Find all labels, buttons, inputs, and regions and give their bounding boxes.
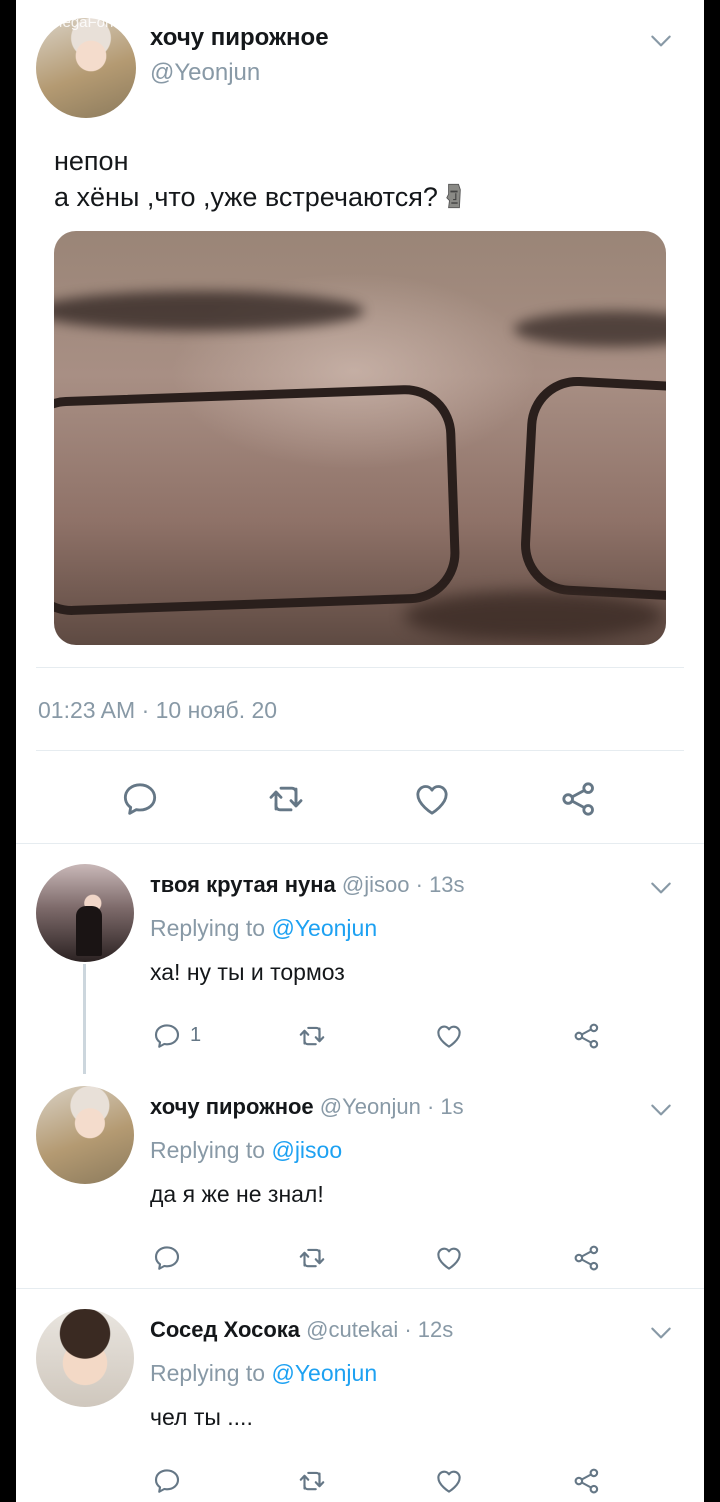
- reply-display-name[interactable]: твоя крутая нуна: [150, 872, 336, 897]
- like-icon[interactable]: [434, 1243, 464, 1273]
- divider: [36, 667, 684, 668]
- reply-avatar[interactable]: [36, 864, 134, 962]
- eyebrow-left: [54, 291, 364, 331]
- reply-count: 1: [190, 1024, 202, 1046]
- share-icon[interactable]: [572, 1466, 602, 1496]
- main-tweet-display-name[interactable]: хочу пирожное: [150, 24, 329, 52]
- reply-handle[interactable]: @Yeonjun: [320, 1094, 421, 1119]
- main-tweet-timestamp: 01:23 AM · 10 нояб. 20: [38, 697, 278, 723]
- like-icon[interactable]: [412, 779, 452, 819]
- reply-icon[interactable]: [120, 779, 160, 819]
- reply-avatar[interactable]: [36, 1086, 134, 1184]
- eyebrow-right: [514, 311, 666, 347]
- reply-time: · 1s: [426, 1094, 464, 1119]
- chevron-down-icon[interactable]: [648, 1097, 674, 1123]
- reply-header: хочу пирожное @Yeonjun · 1s: [150, 1094, 464, 1120]
- replying-to-mention[interactable]: @Yeonjun: [271, 915, 377, 941]
- retweet-icon[interactable]: [297, 1243, 327, 1273]
- share-icon[interactable]: [572, 1021, 602, 1051]
- carrier-label: MegaFon: [50, 14, 114, 31]
- main-tweet-media[interactable]: [54, 231, 666, 645]
- replying-to-line: Replying to @jisoo: [150, 1137, 342, 1164]
- main-tweet-text: а хёны ,что ,уже встречаются?: [54, 182, 438, 212]
- reply-text: чел ты ....: [150, 1404, 253, 1430]
- reply-header: Сосед Хосока @cutekai · 12s: [150, 1317, 453, 1343]
- chevron-down-icon[interactable]: [648, 875, 674, 901]
- reply-icon[interactable]: [152, 1466, 182, 1496]
- reply-icon[interactable]: [152, 1021, 182, 1051]
- glasses-right-lens: [518, 374, 666, 606]
- share-icon[interactable]: [559, 779, 599, 819]
- replying-to-line: Replying to @Yeonjun: [150, 1360, 377, 1387]
- main-tweet-text-line2: а хёны ,что ,уже встречаются?: [54, 182, 463, 213]
- reply-time: · 12s: [404, 1317, 454, 1342]
- thread-line: [83, 964, 86, 1074]
- replying-to-label: Replying to: [150, 915, 266, 941]
- divider: [36, 750, 684, 751]
- main-tweet-text-line1: непон: [54, 146, 129, 176]
- replying-to-label: Replying to: [150, 1137, 266, 1163]
- mustache: [404, 591, 664, 641]
- reply-text: да я же не знал!: [150, 1181, 324, 1207]
- replying-to-mention[interactable]: @Yeonjun: [271, 1360, 377, 1386]
- like-icon[interactable]: [434, 1466, 464, 1496]
- retweet-icon[interactable]: [297, 1021, 327, 1051]
- reply-display-name[interactable]: хочу пирожное: [150, 1094, 314, 1119]
- chevron-down-icon[interactable]: [648, 28, 674, 54]
- reply-icon[interactable]: [152, 1243, 182, 1273]
- reply-header: твоя крутая нуна @jisoo · 13s: [150, 872, 465, 898]
- replying-to-line: Replying to @Yeonjun: [150, 915, 377, 942]
- reply-text: ха! ну ты и тормоз: [150, 959, 345, 985]
- moai-icon: [445, 182, 463, 210]
- replying-to-mention[interactable]: @jisoo: [271, 1137, 342, 1163]
- like-icon[interactable]: [434, 1021, 464, 1051]
- share-icon[interactable]: [572, 1243, 602, 1273]
- reply-tweet[interactable]: хочу пирожное @Yeonjun · 1s Replying to …: [16, 1066, 704, 1288]
- reply-tweet[interactable]: твоя крутая нуна @jisoo · 13s Replying t…: [16, 844, 704, 1074]
- chevron-down-icon[interactable]: [648, 1320, 674, 1346]
- tweet-thread: MegaFon хочу пирожное @Yeonjun непон а х…: [16, 0, 704, 1502]
- main-tweet-avatar[interactable]: [36, 18, 136, 118]
- reply-handle[interactable]: @cutekai: [306, 1317, 398, 1342]
- reply-tweet[interactable]: Сосед Хосока @cutekai · 12s Replying to …: [16, 1289, 704, 1502]
- retweet-icon[interactable]: [297, 1466, 327, 1496]
- glasses-left-lens: [54, 383, 462, 617]
- retweet-icon[interactable]: [266, 779, 306, 819]
- main-tweet-handle[interactable]: @Yeonjun: [150, 59, 260, 87]
- reply-handle[interactable]: @jisoo: [342, 872, 410, 897]
- replying-to-label: Replying to: [150, 1360, 266, 1386]
- reply-display-name[interactable]: Сосед Хосока: [150, 1317, 300, 1342]
- reply-time: · 13s: [415, 872, 465, 897]
- reply-avatar[interactable]: [36, 1309, 134, 1407]
- avatar-figure: [76, 906, 102, 956]
